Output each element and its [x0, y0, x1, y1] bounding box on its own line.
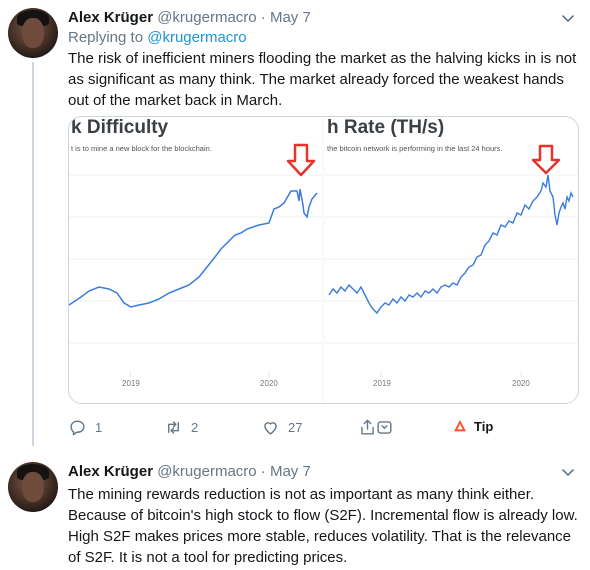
gridlines — [69, 174, 321, 344]
heart-icon — [264, 422, 277, 435]
tweet-text: The risk of inefficient miners flooding … — [68, 50, 577, 109]
like-button[interactable]: 27 — [261, 418, 302, 437]
like-count: 27 — [288, 420, 303, 435]
tweet-actions: 1 2 27 Tip — [68, 418, 568, 440]
tip-button[interactable]: Tip — [452, 418, 493, 434]
separator: · — [260, 9, 266, 26]
replying-to-label: Replying to — [68, 29, 144, 46]
tweet-header: Alex Krüger @krugermacro · May 7 — [68, 8, 311, 28]
hashrate-chart-subtitle: the bitcoin network is performing in the… — [327, 144, 503, 153]
tweet-text: The mining rewards reduction is not as i… — [68, 486, 578, 566]
hashrate-xtick-2020: 2020 — [512, 379, 530, 388]
retweet-icon — [168, 421, 179, 434]
tip-label: Tip — [474, 418, 494, 434]
reply-count: 1 — [95, 420, 103, 435]
bookmark-icon — [377, 421, 392, 434]
replying-to-link[interactable]: @krugermacro — [147, 29, 246, 46]
thread-line — [32, 62, 34, 446]
down-arrow-icon — [531, 144, 561, 175]
difficulty-chart-title: k Difficulty — [71, 117, 169, 138]
hashrate-xtick-2019: 2019 — [373, 379, 391, 388]
tweet-media[interactable]: k Difficulty t is to mine a new block fo… — [68, 116, 579, 404]
retweet-count: 2 — [191, 420, 199, 435]
avatar[interactable] — [8, 8, 58, 58]
chevron-down-icon[interactable] — [560, 464, 576, 480]
reply-button[interactable]: 1 — [68, 418, 102, 437]
gridlines — [325, 174, 577, 344]
difficulty-chart-svg — [69, 143, 321, 377]
avatar[interactable] — [8, 462, 58, 512]
hashrate-chart-title: h Rate (TH/s) — [327, 117, 445, 138]
author-name[interactable]: Alex Krüger — [68, 463, 153, 480]
hashrate-chart-svg — [325, 144, 577, 377]
difficulty-xtick-2020: 2020 — [260, 379, 278, 388]
difficulty-chart: k Difficulty t is to mine a new block fo… — [69, 117, 321, 403]
tweet-date[interactable]: May 7 — [270, 463, 311, 480]
chevron-down-icon[interactable] — [560, 10, 576, 26]
tweet-date[interactable]: May 7 — [270, 9, 311, 26]
x-axis-ticks — [380, 371, 522, 377]
difficulty-chart-subtitle: t is to mine a new block for the blockch… — [71, 144, 212, 153]
hashrate-chart: h Rate (TH/s) the bitcoin network is per… — [325, 117, 577, 403]
author-name[interactable]: Alex Krüger — [68, 9, 153, 26]
difficulty-line — [69, 188, 318, 308]
author-handle[interactable]: @krugermacro — [157, 9, 256, 26]
share-button[interactable] — [358, 418, 394, 437]
replying-to: Replying to @krugermacro — [68, 28, 247, 48]
tweet-header: Alex Krüger @krugermacro · May 7 — [68, 462, 311, 482]
x-axis-ticks — [129, 371, 270, 377]
reply-icon — [70, 420, 85, 436]
brave-logo-icon — [454, 420, 466, 432]
down-arrow-icon — [286, 143, 316, 177]
hashrate-line — [328, 174, 574, 315]
retweet-button[interactable]: 2 — [164, 418, 198, 437]
separator: · — [260, 463, 266, 480]
author-handle[interactable]: @krugermacro — [157, 463, 256, 480]
difficulty-xtick-2019: 2019 — [122, 379, 140, 388]
